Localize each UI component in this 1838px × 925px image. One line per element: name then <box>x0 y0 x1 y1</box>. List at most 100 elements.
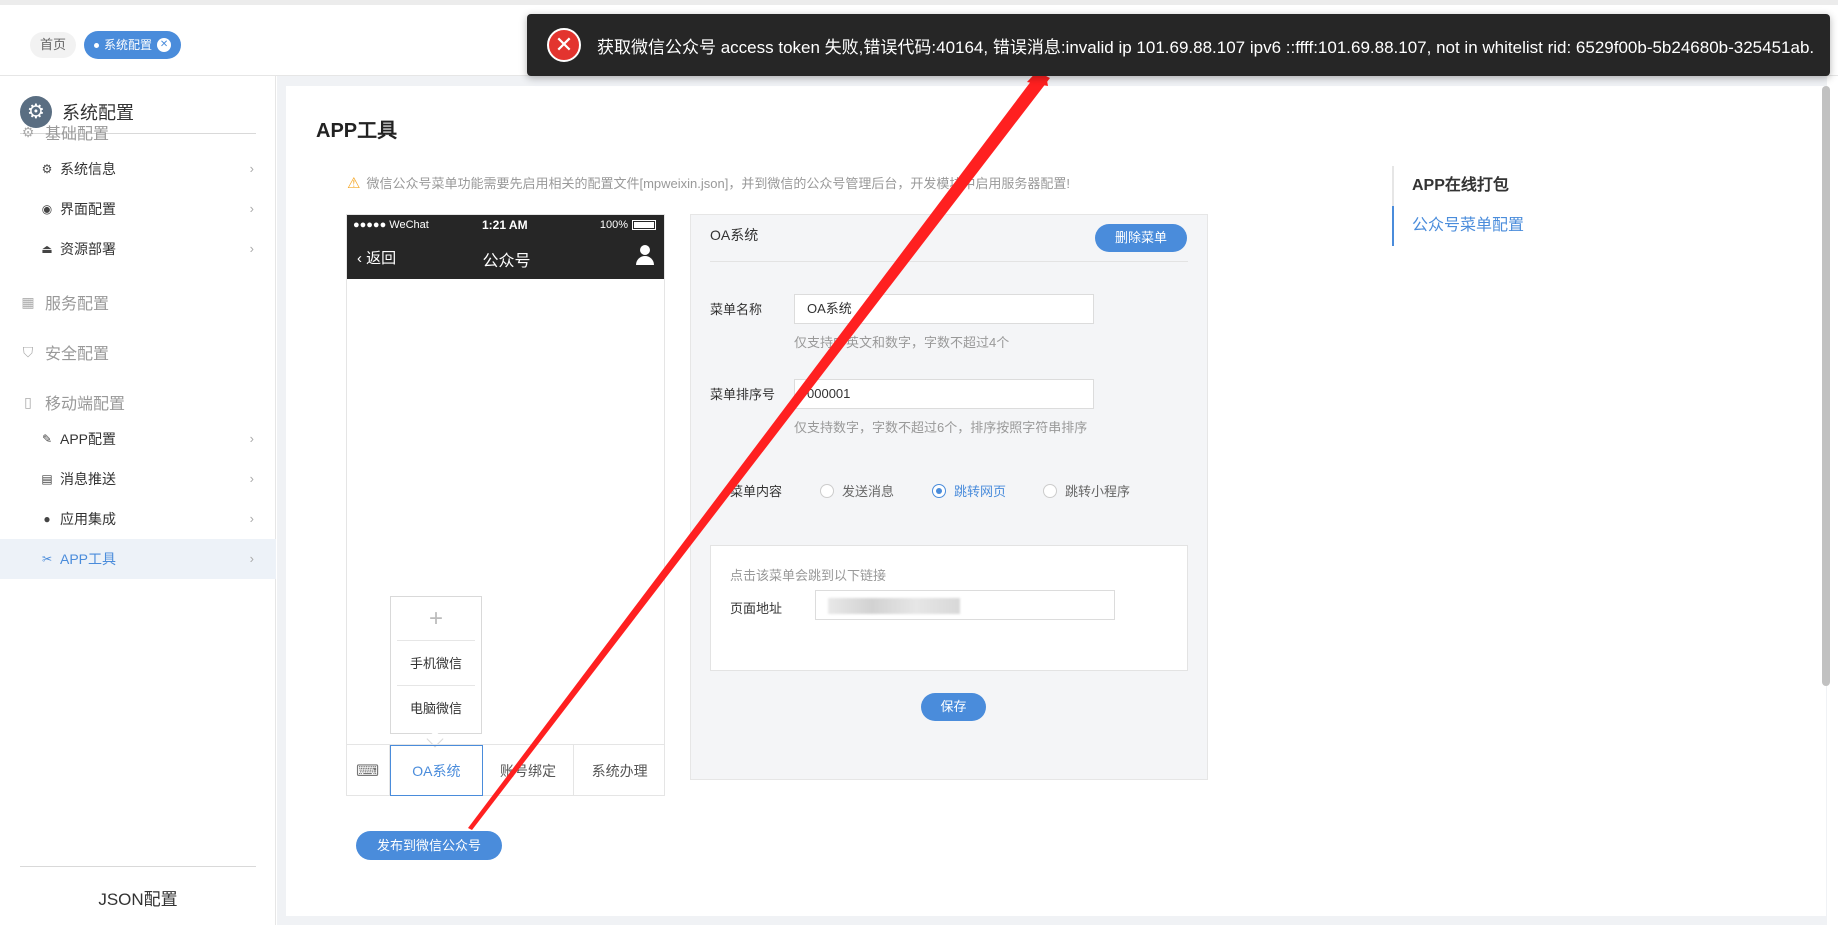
user-icon <box>636 245 654 265</box>
sidebar-item-label: 界面配置 <box>60 201 116 217</box>
keyboard-icon: ⌨ <box>346 745 390 796</box>
link-hint: 点击该菜单会跳到以下链接 <box>730 568 887 583</box>
radio-circle <box>1043 483 1057 498</box>
palette-icon: ◉ <box>41 202 53 216</box>
order-hint: 仅支持数字，字数不超过6个，排序按照字符串排序 <box>794 420 1088 435</box>
warning-text: 微信公众号菜单功能需要先启用相关的配置文件[mpweixin.json]，并到微… <box>366 176 1070 191</box>
sidebar-item-ui-config[interactable]: ◉ 界面配置 › <box>0 189 276 229</box>
tag-system-config[interactable]: 系统配置 ✕ <box>84 31 182 59</box>
plug-icon: ✎ <box>41 432 53 446</box>
radio-send-message[interactable]: 发送消息 <box>820 481 894 500</box>
gear-icon: ⚙ <box>21 123 35 140</box>
phone-carrier: ●●●●● WeChat <box>353 219 429 231</box>
sidebar-item-app-config[interactable]: ✎ APP配置 › <box>0 419 276 459</box>
content-label: 菜单内容 <box>730 484 783 499</box>
anchor-nav: APP在线打包 公众号菜单配置 <box>1392 166 1524 246</box>
sidebar-group-label: 服务配置 <box>45 296 110 313</box>
tag-label: 系统配置 <box>104 38 153 52</box>
json-config-link[interactable]: JSON配置 <box>20 866 256 910</box>
error-toast: ✕ 获取微信公众号 access token 失败,错误代码:40164, 错误… <box>527 14 1830 76</box>
add-submenu-button[interactable]: + <box>397 597 475 641</box>
chevron-right-icon: › <box>249 431 254 446</box>
chevron-right-icon: › <box>249 551 254 566</box>
mobile-icon: ▯ <box>24 393 32 410</box>
sidebar-group-label: 移动端配置 <box>45 396 126 413</box>
sidebar-item-label: 资源部署 <box>60 241 116 257</box>
radio-jump-webpage[interactable]: 跳转网页 <box>932 481 1006 500</box>
editor-divider <box>710 261 1188 262</box>
shield-icon: ⛉ <box>22 343 34 360</box>
menu-tab-oa[interactable]: OA系统 <box>390 745 483 796</box>
sidebar-item-push[interactable]: ▤ 消息推送 › <box>0 459 276 499</box>
error-message: 获取微信公众号 access token 失败,错误代码:40164, 错误消息… <box>597 37 1815 57</box>
radio-label: 发送消息 <box>842 484 895 499</box>
chevron-right-icon: › <box>249 471 254 486</box>
sidebar-item-label: APP配置 <box>60 431 117 447</box>
phone-status-bar: ●●●●● WeChat 1:21 AM 100% <box>347 215 664 235</box>
tag-home[interactable]: 首页 <box>30 32 77 58</box>
name-label: 菜单名称 <box>710 302 763 317</box>
phone-title: 公众号 <box>482 253 531 270</box>
submenu-item-mobile-wechat[interactable]: 手机微信 <box>397 641 475 686</box>
sidebar-item-app-tools[interactable]: ✂ APP工具 › <box>0 539 276 579</box>
server-icon: ▦ <box>21 293 35 310</box>
deploy-icon: ⏏ <box>41 242 53 256</box>
name-hint: 仅支持中英文和数字，字数不超过4个 <box>794 335 1010 350</box>
sidebar-group-label: 基础配置 <box>45 126 110 143</box>
save-button[interactable]: 保存 <box>921 693 986 721</box>
sidebar-item-label: APP工具 <box>60 551 117 567</box>
warning-message: ⚠ 微信公众号菜单功能需要先启用相关的配置文件[mpweixin.json]，并… <box>347 173 1070 192</box>
radio-circle <box>932 483 946 498</box>
integration-icon: ● <box>43 512 51 526</box>
chevron-right-icon: › <box>249 511 254 526</box>
sidebar-item-label: 系统信息 <box>60 161 116 177</box>
phone-battery: 100% <box>600 219 656 231</box>
tag-dot-icon <box>94 42 99 48</box>
chevron-right-icon: › <box>249 201 254 216</box>
tools-icon: ✂ <box>41 552 53 566</box>
sidebar-item-deploy[interactable]: ⏏ 资源部署 › <box>0 229 276 269</box>
redacted-url <box>828 598 960 614</box>
radio-label: 跳转网页 <box>954 484 1007 499</box>
menu-tab-system-handling[interactable]: 系统办理 <box>574 745 665 796</box>
anchor-app-packaging[interactable]: APP在线打包 <box>1394 166 1524 206</box>
radio-circle <box>820 483 834 498</box>
sidebar-item-system-info[interactable]: ⚙ 系统信息 › <box>0 149 276 189</box>
sidebar-item-label: 消息推送 <box>60 471 116 487</box>
publish-button[interactable]: 发布到微信公众号 <box>356 831 502 860</box>
sidebar-group-security[interactable]: ⛉ 安全配置 <box>20 340 109 364</box>
chevron-right-icon: › <box>249 241 254 256</box>
sidebar-group-label: 安全配置 <box>45 346 110 363</box>
battery-percent: 100% <box>599 219 628 231</box>
sidebar-item-label: 应用集成 <box>60 511 116 527</box>
chevron-right-icon: › <box>249 161 254 176</box>
menu-name-input[interactable]: OA系统 <box>794 294 1094 324</box>
error-icon: ✕ <box>547 28 581 62</box>
close-icon[interactable]: ✕ <box>157 38 172 52</box>
anchor-wechat-menu[interactable]: 公众号菜单配置 <box>1392 206 1524 246</box>
menu-tab-account-binding[interactable]: 账号绑定 <box>483 745 575 796</box>
sidebar-item-integration[interactable]: ● 应用集成 › <box>0 499 276 539</box>
order-label: 菜单排序号 <box>710 387 776 402</box>
submenu-popup: + 手机微信 电脑微信 <box>390 596 482 734</box>
menu-order-input[interactable]: 000001 <box>794 379 1094 409</box>
warning-icon: ⚠ <box>347 174 361 192</box>
gear-icon: ⚙ <box>41 162 53 176</box>
radio-label: 跳转小程序 <box>1065 484 1131 499</box>
phone-time: 1:21 AM <box>482 218 528 232</box>
editor-menu-name: OA系统 <box>710 227 759 243</box>
page-title: APP工具 <box>316 120 398 142</box>
battery-icon <box>632 220 656 230</box>
sidebar: ⚙ 系统配置 ⚙ 基础配置 ⚙ 系统信息 › ◉ 界面配置 › ⏏ 资源部署 ›… <box>0 76 276 925</box>
sidebar-group-basic[interactable]: ⚙ 基础配置 <box>20 120 109 144</box>
sidebar-group-service[interactable]: ▦ 服务配置 <box>20 290 109 314</box>
delete-menu-button[interactable]: 删除菜单 <box>1095 224 1187 252</box>
message-icon: ▤ <box>41 472 53 486</box>
phone-menu-bar: ⌨ OA系统 账号绑定 系统办理 <box>346 744 665 796</box>
submenu-item-pc-wechat[interactable]: 电脑微信 <box>397 686 475 731</box>
radio-jump-miniprogram[interactable]: 跳转小程序 <box>1043 481 1130 500</box>
sidebar-group-mobile[interactable]: ▯ 移动端配置 <box>20 390 125 414</box>
scrollbar[interactable] <box>1822 86 1830 686</box>
url-label: 页面地址 <box>730 601 783 616</box>
phone-nav-bar: ‹ 返回 公众号 <box>347 235 664 279</box>
